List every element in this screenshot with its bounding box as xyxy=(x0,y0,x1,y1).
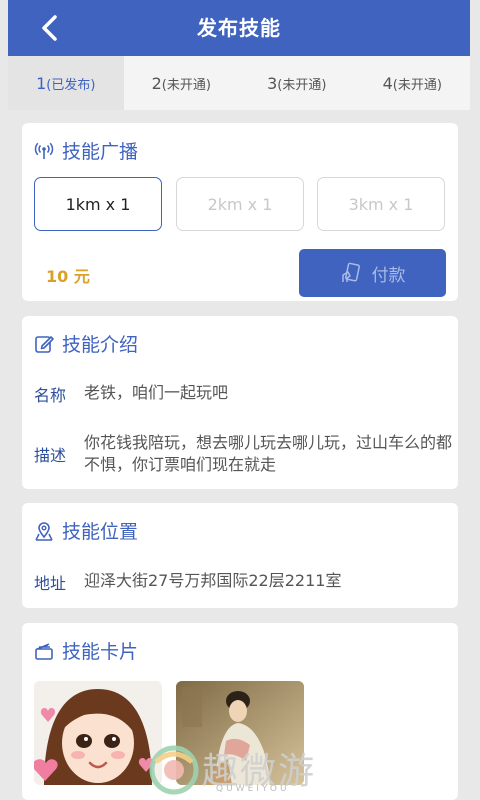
address-label: 地址 xyxy=(34,574,67,593)
tab-status: (未开通) xyxy=(161,77,211,93)
cards-title-label: 技能卡片 xyxy=(62,641,139,663)
broadcast-card: 技能广播 1km x 1 2km x 1 3km x 1 10 元 付款 xyxy=(22,123,458,301)
tab-slot-1[interactable]: 1 (已发布) xyxy=(8,56,124,110)
cartoon-girl-image xyxy=(34,681,162,785)
watermark-logo: 趣微游 QUWEIYOU xyxy=(146,738,346,800)
app-header: 发布技能 xyxy=(8,0,470,56)
tab-number: 4 xyxy=(382,73,393,93)
name-value: 老铁，咱们一起玩吧 xyxy=(84,383,229,402)
intro-title-label: 技能介绍 xyxy=(62,334,139,356)
pay-button-label: 付款 xyxy=(371,265,406,286)
pay-button[interactable]: 付款 xyxy=(299,249,446,297)
cards-icon xyxy=(35,642,53,660)
address-value: 迎泽大街27号万邦国际22层2211室 xyxy=(84,571,342,590)
tab-number: 2 xyxy=(151,73,162,93)
location-pin-icon xyxy=(35,521,53,541)
broadcast-title: 技能广播 xyxy=(34,137,138,164)
tab-slot-3[interactable]: 3 (未开通) xyxy=(239,56,355,110)
tab-status: (已发布) xyxy=(46,77,96,93)
tab-number: 3 xyxy=(267,73,278,93)
intro-title: 技能介绍 xyxy=(34,330,138,357)
tab-slot-4[interactable]: 4 (未开通) xyxy=(355,56,471,110)
address-row: 地址 迎泽大街27号万邦国际22层2211室 xyxy=(34,570,452,594)
watermark-mark-icon xyxy=(149,745,199,795)
location-title-label: 技能位置 xyxy=(62,521,139,543)
range-option-2km[interactable]: 2km x 1 xyxy=(176,177,304,231)
cards-title: 技能卡片 xyxy=(34,637,138,664)
name-label: 名称 xyxy=(34,386,67,405)
watermark-subtext: QUWEIYOU xyxy=(216,784,290,794)
location-title: 技能位置 xyxy=(34,517,138,544)
broadcast-icon xyxy=(34,142,54,159)
tab-number: 1 xyxy=(36,73,47,93)
location-card: 技能位置 地址 迎泽大街27号万邦国际22层2211室 xyxy=(22,503,458,608)
skill-card-image-1[interactable] xyxy=(34,681,162,785)
skill-slot-tabs: 1 (已发布) 2 (未开通) 3 (未开通) 4 (未开通) xyxy=(8,56,470,110)
price-label: 10 元 xyxy=(46,267,90,286)
skill-desc-row: 描述 你花钱我陪玩，想去哪儿玩去哪儿玩，过山车么的都不惧，你订票咱们现在就走 xyxy=(34,432,452,476)
skill-name-row: 名称 老铁，咱们一起玩吧 xyxy=(34,382,452,406)
edit-icon xyxy=(35,335,54,353)
page-title: 发布技能 xyxy=(197,16,281,40)
desc-label: 描述 xyxy=(34,446,67,465)
tab-status: (未开通) xyxy=(392,77,442,93)
tab-slot-2[interactable]: 2 (未开通) xyxy=(124,56,240,110)
intro-card: 技能介绍 名称 老铁，咱们一起玩吧 描述 你花钱我陪玩，想去哪儿玩去哪儿玩，过山… xyxy=(22,316,458,489)
broadcast-title-label: 技能广播 xyxy=(62,141,139,163)
range-option-1km[interactable]: 1km x 1 xyxy=(34,177,162,231)
range-option-3km[interactable]: 3km x 1 xyxy=(317,177,445,231)
desc-value: 你花钱我陪玩，想去哪儿玩去哪儿玩，过山车么的都不惧，你订票咱们现在就走 xyxy=(84,433,453,474)
tab-status: (未开通) xyxy=(277,77,327,93)
payment-icon xyxy=(341,262,360,282)
